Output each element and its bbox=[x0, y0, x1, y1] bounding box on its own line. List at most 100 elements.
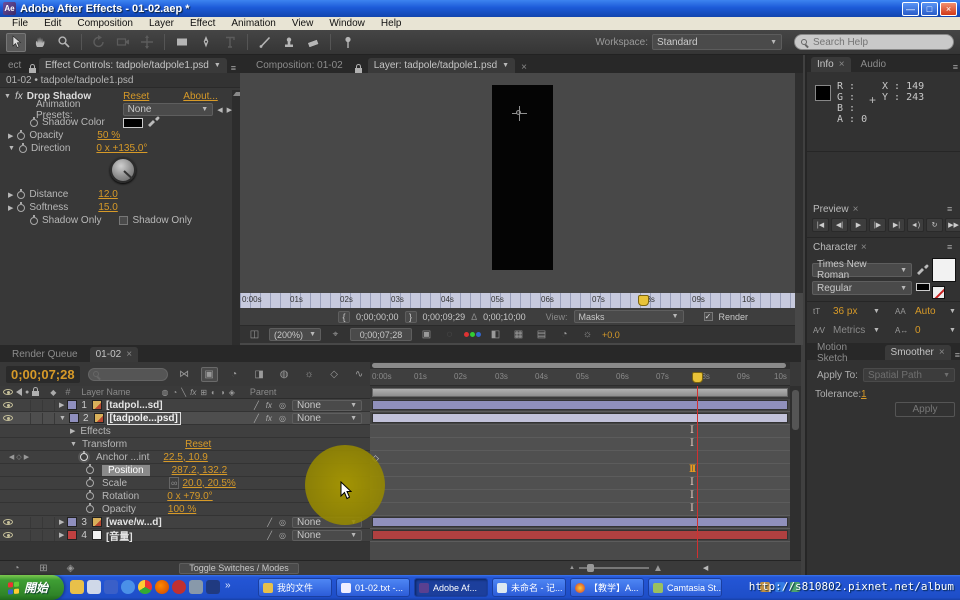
show-snapshot-icon[interactable]: ◌ bbox=[441, 327, 458, 342]
anchor-point-crosshair[interactable] bbox=[512, 106, 527, 121]
label-color-chip[interactable] bbox=[67, 530, 77, 540]
layer-row-4[interactable]: ▶ 4 [音量] ╱ ◎ None▼ bbox=[0, 529, 790, 542]
eraser-tool-icon[interactable] bbox=[303, 33, 323, 52]
hide-shy-layers-icon[interactable]: ◨ bbox=[251, 367, 268, 382]
lock-cell[interactable] bbox=[43, 517, 55, 528]
chevron-down-icon[interactable]: ▼ bbox=[873, 308, 880, 315]
opacity-label-timeline[interactable]: Opacity bbox=[102, 504, 136, 515]
fill-color-swatch[interactable] bbox=[932, 258, 956, 282]
rotation-row[interactable]: Rotation 0 x +79.0° I bbox=[0, 490, 790, 503]
fx-switch[interactable]: fx bbox=[266, 401, 272, 410]
audio-cell[interactable] bbox=[19, 530, 31, 541]
layer-name[interactable]: [wave/w...d] bbox=[106, 517, 162, 528]
motion-blur-icon[interactable]: ☼ bbox=[301, 367, 318, 382]
expand-icon[interactable]: ▶ bbox=[8, 191, 13, 199]
prev-keyframe-icon[interactable]: ◀ bbox=[9, 453, 14, 461]
zoom-out-mountain-icon[interactable]: ▲ bbox=[569, 565, 575, 571]
comp-button-icon[interactable]: ▣ bbox=[201, 367, 218, 382]
panel-menu-icon[interactable]: ≡ bbox=[955, 350, 960, 360]
label-color-chip[interactable] bbox=[69, 413, 79, 423]
number-column-icon[interactable]: # bbox=[65, 387, 70, 397]
layer-row-2[interactable]: ▼ 2 [tadpole...psd] ╱ fx ◎ None▼ bbox=[0, 412, 790, 425]
opacity-value-timeline[interactable]: 100 % bbox=[168, 504, 196, 515]
shadow-only-checkbox[interactable] bbox=[119, 216, 128, 225]
stopwatch-icon[interactable] bbox=[17, 132, 25, 140]
selected-keyframe-marker[interactable]: II bbox=[689, 464, 694, 475]
current-time-indicator[interactable] bbox=[692, 372, 703, 383]
in-point-icon[interactable]: { bbox=[338, 311, 350, 323]
always-preview-icon[interactable]: ◫ bbox=[246, 327, 263, 342]
opacity-value[interactable]: 50 % bbox=[97, 130, 120, 141]
position-label-selected[interactable]: Position bbox=[102, 465, 150, 476]
tab-info[interactable]: Info× bbox=[811, 57, 851, 72]
puppet-pin-tool-icon[interactable] bbox=[338, 33, 358, 52]
viewer-time-ruler[interactable]: 0:00s 01s 02s 03s 04s 05s 06s 07s 08s 09… bbox=[240, 293, 795, 308]
quick-launch-notepad-icon[interactable] bbox=[87, 580, 101, 594]
quick-launch-folder-icon[interactable] bbox=[70, 580, 84, 594]
zoom-tool-icon[interactable] bbox=[54, 33, 74, 52]
frame-blending-icon[interactable]: ◍ bbox=[276, 367, 293, 382]
video-toggle-icon[interactable] bbox=[3, 532, 13, 538]
kerning-value[interactable]: Metrics bbox=[833, 325, 865, 336]
position-row[interactable]: Position 287.2, 132.2 II bbox=[0, 464, 790, 477]
show-channel-icon[interactable] bbox=[464, 332, 481, 337]
chevron-down-icon[interactable]: ▼ bbox=[502, 62, 509, 69]
preview-header[interactable]: Preview × ≡ bbox=[813, 202, 858, 216]
stopwatch-icon[interactable] bbox=[30, 119, 38, 127]
search-help-input[interactable] bbox=[811, 36, 931, 49]
parent-dropdown[interactable]: None▼ bbox=[292, 530, 362, 541]
viewer-canvas[interactable] bbox=[240, 73, 795, 293]
comp-flowchart-icon[interactable]: ◔ bbox=[556, 327, 573, 342]
solo-cell[interactable] bbox=[31, 400, 43, 411]
stopwatch-icon[interactable] bbox=[86, 479, 94, 487]
time-navigator[interactable] bbox=[370, 362, 790, 369]
audio-column-icon[interactable] bbox=[16, 388, 22, 396]
stroke-color-swatch[interactable] bbox=[916, 283, 930, 291]
timeline-button-icon[interactable]: ▤ bbox=[533, 327, 550, 342]
expand-icon[interactable]: ▶ bbox=[8, 204, 13, 212]
expand-icon[interactable]: ▼ bbox=[4, 93, 11, 100]
label-column-icon[interactable]: ◆ bbox=[50, 388, 56, 397]
stopwatch-icon[interactable] bbox=[30, 217, 38, 225]
panel-menu-icon[interactable]: ≡ bbox=[947, 242, 952, 252]
expand-layer-icon[interactable]: ▶ bbox=[59, 518, 64, 526]
mask-shape-tool-icon[interactable] bbox=[172, 33, 192, 52]
layer-name-column[interactable]: Layer Name bbox=[81, 387, 130, 397]
transform-group-label[interactable]: Transform bbox=[82, 439, 127, 450]
menu-view[interactable]: View bbox=[284, 18, 322, 29]
chevron-down-icon[interactable]: ▼ bbox=[214, 62, 221, 69]
work-area-bar[interactable] bbox=[372, 388, 788, 397]
brush-tool-icon[interactable] bbox=[255, 33, 275, 52]
solo-cell[interactable] bbox=[31, 413, 43, 424]
animation-presets-dropdown[interactable]: None ▼ bbox=[123, 103, 214, 116]
quality-switch[interactable]: ╱ bbox=[267, 518, 272, 527]
scroll-left-icon[interactable]: ◀ bbox=[703, 564, 708, 572]
scale-row[interactable]: Scale ∞ 20.0, 20.5% I bbox=[0, 477, 790, 490]
menu-animation[interactable]: Animation bbox=[223, 18, 283, 29]
quality-switch[interactable]: ╱ bbox=[254, 401, 259, 410]
stopwatch-icon[interactable] bbox=[17, 204, 25, 212]
lock-cell[interactable] bbox=[43, 530, 55, 541]
collapse-switch-icon[interactable]: ◔ bbox=[172, 388, 177, 397]
quick-launch-chrome-icon[interactable] bbox=[138, 580, 152, 594]
expand-render-time-icon[interactable]: ⊞ bbox=[35, 561, 52, 576]
zoom-in-mountain-icon[interactable]: ▲ bbox=[653, 563, 663, 574]
comp-mini-flowchart-icon[interactable]: ⋈ bbox=[176, 367, 193, 382]
quality-switch[interactable]: ╱ bbox=[254, 414, 259, 423]
lock-cell[interactable] bbox=[43, 413, 55, 424]
out-time[interactable]: 0;00;09;29 bbox=[423, 312, 466, 322]
tab-effect-controls[interactable]: Effect Controls: tadpole/tadpole1.psd ▼ bbox=[39, 58, 227, 73]
collapse-layer-icon[interactable]: ▼ bbox=[59, 415, 66, 422]
solo-cell[interactable] bbox=[31, 517, 43, 528]
chevron-down-icon[interactable]: ▼ bbox=[949, 327, 956, 334]
stopwatch-icon[interactable] bbox=[17, 191, 25, 199]
transparency-grid-icon[interactable]: ▦ bbox=[510, 327, 527, 342]
toggle-switches-modes-button[interactable]: Toggle Switches / Modes bbox=[179, 563, 299, 574]
first-frame-button[interactable]: |◀ bbox=[812, 218, 829, 232]
audio-cell[interactable] bbox=[19, 413, 31, 424]
minimize-button[interactable]: — bbox=[902, 2, 919, 16]
pen-tool-icon[interactable] bbox=[196, 33, 216, 52]
selection-tool-icon[interactable] bbox=[6, 33, 26, 52]
graph-editor-icon[interactable]: ∿ bbox=[351, 367, 368, 382]
stopwatch-icon[interactable] bbox=[86, 466, 94, 474]
